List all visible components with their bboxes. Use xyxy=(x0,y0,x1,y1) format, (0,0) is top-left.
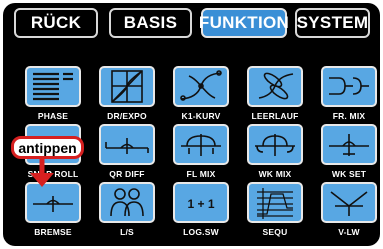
tab-system[interactable]: SYSTEM xyxy=(295,8,370,38)
tile-label: LOG.SW xyxy=(183,227,219,237)
tile-label: DR/EXPO xyxy=(107,111,147,121)
aileron-diff-icon xyxy=(105,138,149,154)
tile-fl-mix[interactable] xyxy=(173,124,229,165)
sequencer-icon xyxy=(257,188,293,219)
tile-label: FR. MIX xyxy=(332,111,366,121)
down-arrow-icon xyxy=(30,158,54,187)
dr-expo-icon xyxy=(111,70,143,103)
wk-set-icon xyxy=(329,134,369,156)
tile-label: FL MIX xyxy=(186,169,216,179)
tile-wk-mix[interactable] xyxy=(247,124,303,165)
tile-label: WK SET xyxy=(331,169,367,179)
tile-label: V-LW xyxy=(338,227,360,237)
tile-wk-set[interactable] xyxy=(321,124,377,165)
tile-log-sw[interactable]: 1 + 1 xyxy=(173,182,229,223)
tile-qr-diff[interactable] xyxy=(99,124,155,165)
leerlauf-icon xyxy=(258,72,294,100)
tab-funktion[interactable]: FUNKTION xyxy=(199,8,289,38)
k1-curve-icon xyxy=(180,70,222,101)
tile-label: SEQU xyxy=(262,227,288,237)
tile-label: WK MIX xyxy=(258,169,292,179)
tap-callout: antippen xyxy=(11,136,84,159)
tile-v-lw[interactable] xyxy=(321,182,377,223)
tile-fr-mix[interactable] xyxy=(321,66,377,107)
tile-label: LEERLAUF xyxy=(251,111,299,121)
tile-label: PHASE xyxy=(37,111,69,121)
flap-mix-icon xyxy=(181,134,221,156)
tile-ls[interactable] xyxy=(99,182,155,223)
tab-rueck[interactable]: RÜCK xyxy=(14,8,98,38)
screen: RÜCK BASIS FUNKTION SYSTEM PHASE DR/EXPO… xyxy=(0,0,383,249)
wk-mix-icon xyxy=(255,134,295,156)
tile-leerlauf[interactable] xyxy=(247,66,303,107)
phase-icon xyxy=(33,72,73,101)
trainer-icon xyxy=(110,188,144,217)
brake-icon xyxy=(33,196,73,212)
tab-basis[interactable]: BASIS xyxy=(109,8,192,38)
tile-label: K1-KURV xyxy=(181,111,221,121)
logic-switch-icon: 1 + 1 xyxy=(187,197,214,211)
tile-label: BREMSE xyxy=(34,227,72,237)
tile-dr-expo[interactable] xyxy=(99,66,155,107)
tile-label: L/S xyxy=(120,227,134,237)
tile-phase[interactable] xyxy=(25,66,81,107)
tile-bremse[interactable] xyxy=(25,182,81,223)
free-mix-icon xyxy=(329,77,369,95)
tile-label: QR DIFF xyxy=(109,169,145,179)
tile-sequ[interactable] xyxy=(247,182,303,223)
svg-text:1 + 1: 1 + 1 xyxy=(187,197,214,211)
v-tail-icon xyxy=(330,191,368,216)
tile-k1-kurv[interactable] xyxy=(173,66,229,107)
